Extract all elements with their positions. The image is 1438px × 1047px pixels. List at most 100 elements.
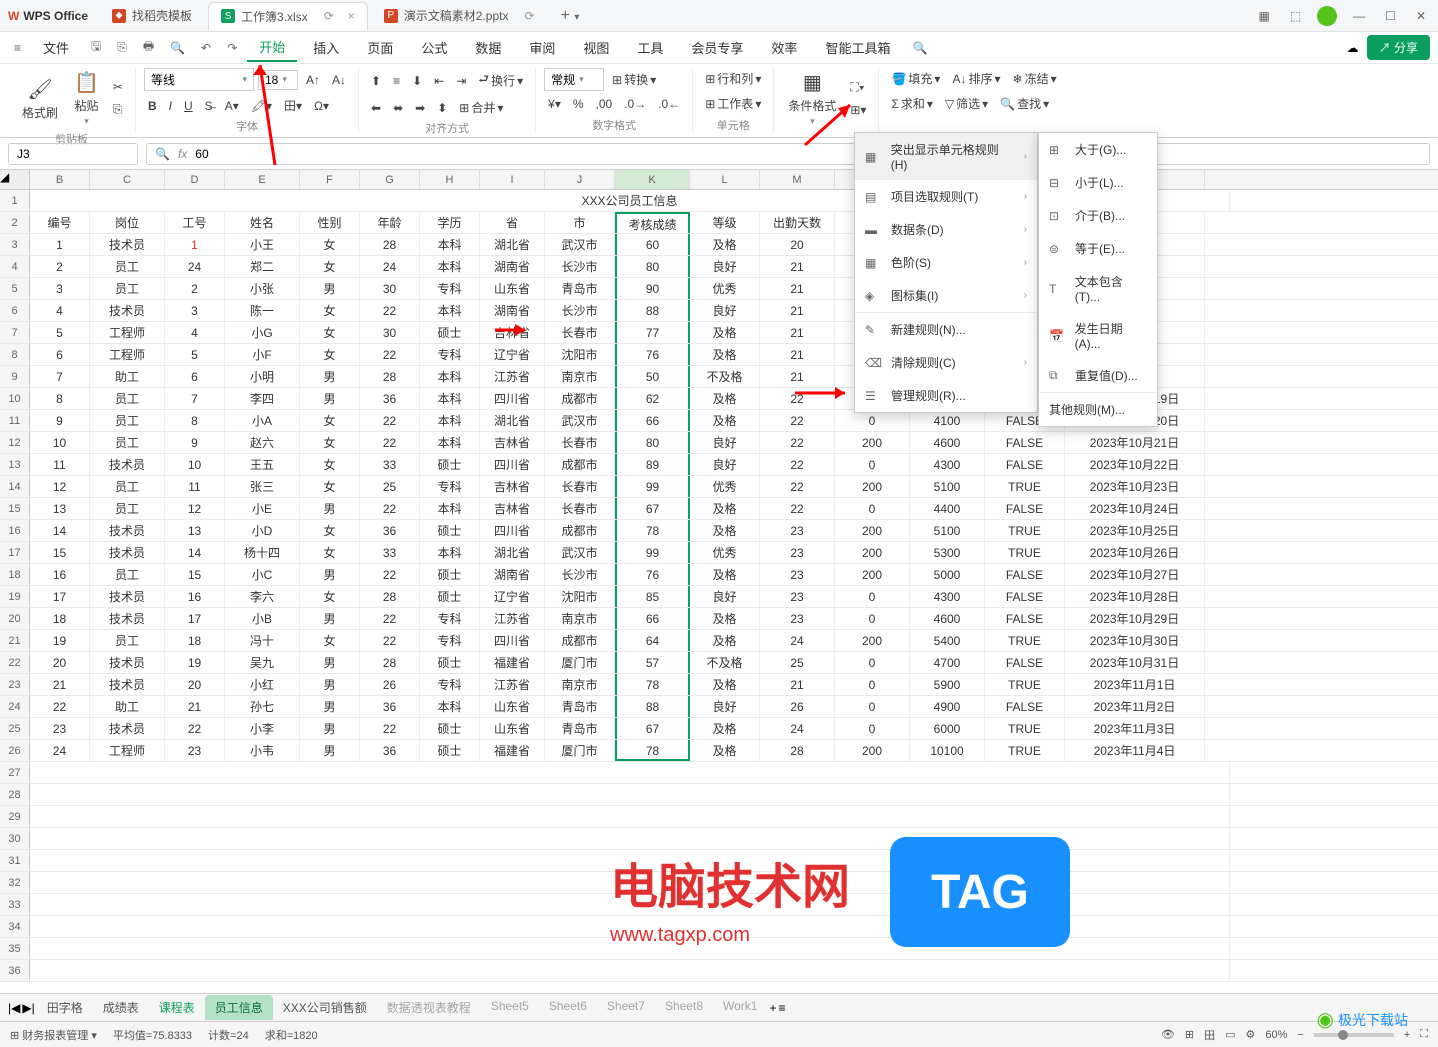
cell[interactable]: 辽宁省: [480, 586, 545, 607]
cell[interactable]: 22: [360, 608, 420, 629]
cell[interactable]: 武汉市: [545, 410, 615, 431]
cell[interactable]: 4300: [910, 586, 985, 607]
row-header[interactable]: 13: [0, 454, 30, 475]
cell[interactable]: 6: [30, 344, 90, 365]
cell[interactable]: 长春市: [545, 498, 615, 519]
cell[interactable]: 江苏省: [480, 366, 545, 387]
cell[interactable]: 技术员: [90, 520, 165, 541]
cell[interactable]: TRUE: [985, 740, 1065, 761]
redo-icon[interactable]: ↷: [221, 37, 243, 59]
cell[interactable]: 技术员: [90, 454, 165, 475]
cell[interactable]: 女: [300, 454, 360, 475]
cell[interactable]: 及格: [690, 410, 760, 431]
col-header[interactable]: B: [30, 170, 90, 189]
cell[interactable]: 山东省: [480, 278, 545, 299]
sheet-tab[interactable]: 员工信息: [205, 995, 273, 1020]
font-color-icon[interactable]: A▾: [221, 97, 243, 115]
header-cell[interactable]: 考核成绩: [615, 212, 690, 233]
cell[interactable]: 5900: [910, 674, 985, 695]
cell[interactable]: 硕士: [420, 718, 480, 739]
copy-icon[interactable]: ⎘: [109, 100, 127, 119]
col-header[interactable]: C: [90, 170, 165, 189]
cell[interactable]: 硕士: [420, 564, 480, 585]
cell[interactable]: 28: [360, 652, 420, 673]
menu-item[interactable]: ⊞大于(G)...: [1039, 133, 1157, 166]
cell[interactable]: 4300: [910, 454, 985, 475]
cell[interactable]: 硕士: [420, 520, 480, 541]
menu-insert[interactable]: 插入: [301, 34, 351, 61]
menu-tools[interactable]: 工具: [625, 34, 675, 61]
cell[interactable]: 26: [360, 674, 420, 695]
italic-icon[interactable]: I: [165, 97, 176, 115]
cell[interactable]: 2023年10月27日: [1065, 564, 1205, 585]
cell[interactable]: 及格: [690, 322, 760, 343]
row-header[interactable]: 29: [0, 806, 30, 827]
row-header[interactable]: 4: [0, 256, 30, 277]
cell[interactable]: 7: [165, 388, 225, 409]
cell[interactable]: 男: [300, 740, 360, 761]
cell[interactable]: 21: [760, 256, 835, 277]
cell[interactable]: 24: [760, 718, 835, 739]
cell[interactable]: 0: [835, 674, 910, 695]
cell[interactable]: 99: [615, 542, 690, 563]
cell[interactable]: 11: [30, 454, 90, 475]
cell[interactable]: 15: [165, 564, 225, 585]
crop-icon[interactable]: ⛶▾: [846, 78, 870, 97]
cell[interactable]: 36: [360, 696, 420, 717]
cell[interactable]: 长沙市: [545, 564, 615, 585]
menu-item[interactable]: T文本包含(T)...: [1039, 265, 1157, 312]
sum-button[interactable]: Σ 求和▾: [887, 93, 936, 114]
cell[interactable]: 小D: [225, 520, 300, 541]
row-header[interactable]: 33: [0, 894, 30, 915]
col-header[interactable]: L: [690, 170, 760, 189]
cell[interactable]: 小E: [225, 498, 300, 519]
row-header[interactable]: 6: [0, 300, 30, 321]
menu-item[interactable]: ☰管理规则(R)...: [855, 379, 1037, 412]
cell[interactable]: 王五: [225, 454, 300, 475]
freeze-button[interactable]: ❄ 冻结▾: [1009, 68, 1061, 89]
cell[interactable]: 女: [300, 586, 360, 607]
menu-item[interactable]: 📅发生日期(A)...: [1039, 312, 1157, 359]
cell[interactable]: 21: [165, 696, 225, 717]
cell[interactable]: 67: [615, 498, 690, 519]
zoom-out-icon[interactable]: −: [1297, 1029, 1303, 1041]
close-icon[interactable]: ×: [348, 9, 355, 23]
cell[interactable]: 22: [760, 410, 835, 431]
cell[interactable]: 郑二: [225, 256, 300, 277]
cell[interactable]: 22: [760, 498, 835, 519]
row-header[interactable]: 26: [0, 740, 30, 761]
zoom-slider[interactable]: [1314, 1033, 1394, 1037]
cut-icon[interactable]: ✂: [109, 78, 127, 96]
menu-item[interactable]: ⧉重复值(D)...: [1039, 359, 1157, 392]
cell[interactable]: 硕士: [420, 454, 480, 475]
cell[interactable]: 4600: [910, 608, 985, 629]
cell[interactable]: 80: [615, 432, 690, 453]
cell[interactable]: 2023年10月25日: [1065, 520, 1205, 541]
cell[interactable]: 技术员: [90, 718, 165, 739]
cell[interactable]: 男: [300, 652, 360, 673]
cell[interactable]: 专科: [420, 344, 480, 365]
row-header[interactable]: 22: [0, 652, 30, 673]
cell[interactable]: TRUE: [985, 674, 1065, 695]
cell[interactable]: FALSE: [985, 454, 1065, 475]
cell[interactable]: 小G: [225, 322, 300, 343]
cell[interactable]: 200: [835, 520, 910, 541]
cell[interactable]: 200: [835, 432, 910, 453]
cell[interactable]: 200: [835, 564, 910, 585]
cell[interactable]: 2023年10月22日: [1065, 454, 1205, 475]
view-icon[interactable]: ▭: [1225, 1028, 1235, 1041]
increase-font-icon[interactable]: A↑: [302, 71, 324, 89]
cell[interactable]: 0: [835, 454, 910, 475]
select-all-corner[interactable]: ◢: [0, 170, 30, 189]
header-cell[interactable]: 市: [545, 212, 615, 233]
cell[interactable]: 赵六: [225, 432, 300, 453]
cell[interactable]: 小韦: [225, 740, 300, 761]
cell[interactable]: 员工: [90, 410, 165, 431]
menu-item[interactable]: ⊟小于(L)...: [1039, 166, 1157, 199]
menu-item[interactable]: ⌫清除规则(C)›: [855, 346, 1037, 379]
view-icon[interactable]: 田: [1204, 1027, 1215, 1043]
cell[interactable]: 南京市: [545, 366, 615, 387]
cell[interactable]: 男: [300, 388, 360, 409]
cell[interactable]: 武汉市: [545, 542, 615, 563]
cell[interactable]: 22: [30, 696, 90, 717]
